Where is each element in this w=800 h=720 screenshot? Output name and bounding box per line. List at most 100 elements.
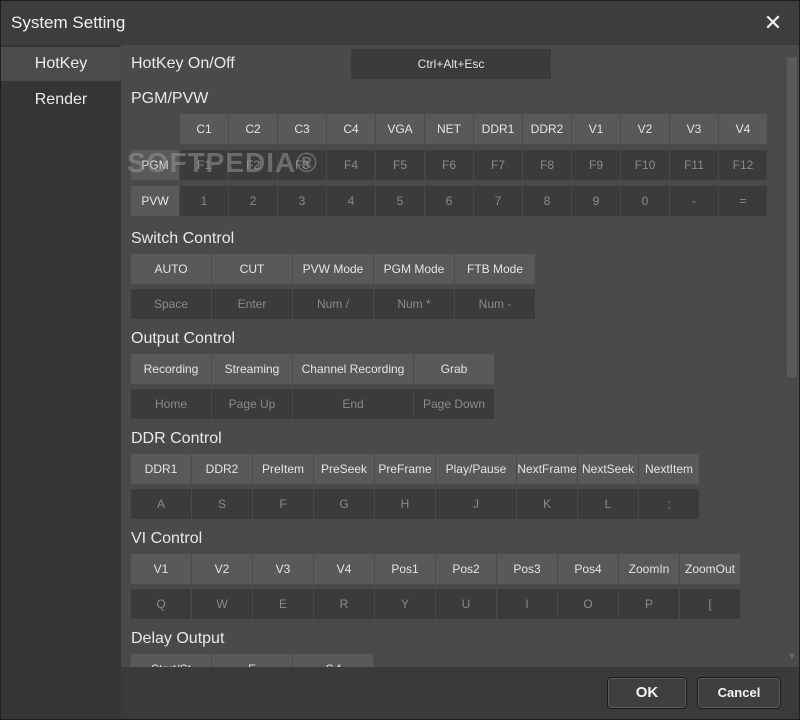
hotkey-field[interactable]: F10 bbox=[621, 150, 669, 180]
hotkey-field[interactable]: H bbox=[375, 489, 435, 519]
vi-control-action-7: Pos4 bbox=[558, 554, 618, 584]
hotkey-field[interactable]: F11 bbox=[670, 150, 718, 180]
switch-control-action-1: CUT bbox=[212, 254, 292, 284]
pgm-pvw-row-label-0: PGM bbox=[131, 150, 179, 180]
sidebar-item-render[interactable]: Render bbox=[1, 83, 121, 117]
delay-output-action-1: E bbox=[212, 654, 292, 667]
hotkey-field[interactable]: F1 bbox=[180, 150, 228, 180]
hotkey-field[interactable]: I bbox=[497, 589, 557, 619]
hotkey-field[interactable]: [ bbox=[680, 589, 740, 619]
hotkey-field[interactable]: F5 bbox=[376, 150, 424, 180]
system-setting-window: System Setting ✕ HotKey Render HotKey On… bbox=[0, 0, 800, 720]
hotkey-field[interactable]: S bbox=[192, 489, 252, 519]
output-control-action-0: Recording bbox=[131, 354, 211, 384]
pgm-pvw-header-10: V3 bbox=[670, 114, 718, 144]
hotkey-field[interactable]: A bbox=[131, 489, 191, 519]
ddr-control-action-2: PreItem bbox=[253, 454, 313, 484]
hotkey-field[interactable]: F bbox=[253, 489, 313, 519]
pgm-pvw-header-4: VGA bbox=[376, 114, 424, 144]
close-icon[interactable]: ✕ bbox=[761, 11, 785, 35]
hotkey-field[interactable]: Enter bbox=[212, 289, 292, 319]
pgm-pvw-header-7: DDR2 bbox=[523, 114, 571, 144]
ok-button[interactable]: OK bbox=[607, 677, 687, 709]
vi-control-action-2: V3 bbox=[253, 554, 313, 584]
scroll-down-arrow-icon[interactable]: ▼ bbox=[787, 651, 797, 661]
vi-control-action-0: V1 bbox=[131, 554, 191, 584]
output-control-action-3: Grab bbox=[414, 354, 494, 384]
ddr-control-action-0: DDR1 bbox=[131, 454, 191, 484]
hotkey-field[interactable]: Space bbox=[131, 289, 211, 319]
output-control-action-2: Channel Recording bbox=[293, 354, 413, 384]
hotkey-onoff-field[interactable]: Ctrl+Alt+Esc bbox=[351, 49, 551, 79]
hotkey-field[interactable]: R bbox=[314, 589, 374, 619]
window-title: System Setting bbox=[11, 13, 126, 32]
hotkey-field[interactable]: 7 bbox=[474, 186, 522, 216]
hotkey-settings-panel: HotKey On/Off Ctrl+Alt+Esc PGM/PVW C1 C2 C… bbox=[121, 45, 799, 667]
pgm-pvw-header-11: V4 bbox=[719, 114, 767, 144]
hotkey-field[interactable]: F9 bbox=[572, 150, 620, 180]
hotkey-field[interactable]: Num / bbox=[293, 289, 373, 319]
hotkey-field[interactable]: ; bbox=[639, 489, 699, 519]
pgm-pvw-row-label-1: PVW bbox=[131, 186, 179, 216]
hotkey-field[interactable]: - bbox=[670, 186, 718, 216]
hotkey-field[interactable]: 4 bbox=[327, 186, 375, 216]
title-bar: System Setting ✕ bbox=[1, 1, 799, 45]
switch-control-title: Switch Control bbox=[131, 230, 235, 247]
hotkey-field[interactable]: 5 bbox=[376, 186, 424, 216]
hotkey-field[interactable]: E bbox=[253, 589, 313, 619]
hotkey-field[interactable]: O bbox=[558, 589, 618, 619]
hotkey-field[interactable]: Page Down bbox=[414, 389, 494, 419]
hotkey-field[interactable]: 6 bbox=[425, 186, 473, 216]
hotkey-field[interactable]: L bbox=[578, 489, 638, 519]
pgm-pvw-header-2: C3 bbox=[278, 114, 326, 144]
hotkey-field[interactable]: K bbox=[517, 489, 577, 519]
vi-control-action-5: Pos2 bbox=[436, 554, 496, 584]
vi-control-action-8: ZoomIn bbox=[619, 554, 679, 584]
sidebar-item-hotkey[interactable]: HotKey bbox=[1, 47, 121, 81]
vi-control-action-6: Pos3 bbox=[497, 554, 557, 584]
hotkey-field[interactable]: 1 bbox=[180, 186, 228, 216]
hotkey-field[interactable]: Num * bbox=[374, 289, 454, 319]
hotkey-field[interactable]: Q bbox=[131, 589, 191, 619]
pgm-pvw-title: PGM/PVW bbox=[131, 90, 209, 107]
hotkey-field[interactable]: Page Up bbox=[212, 389, 292, 419]
hotkey-field[interactable]: F3 bbox=[278, 150, 326, 180]
pgm-pvw-header-8: V1 bbox=[572, 114, 620, 144]
cancel-button[interactable]: Cancel bbox=[697, 677, 781, 709]
hotkey-field[interactable]: F6 bbox=[425, 150, 473, 180]
hotkey-field[interactable]: J bbox=[436, 489, 516, 519]
vi-control-action-1: V2 bbox=[192, 554, 252, 584]
hotkey-field[interactable]: U bbox=[436, 589, 496, 619]
output-control-action-1: Streaming bbox=[212, 354, 292, 384]
hotkey-field[interactable]: 3 bbox=[278, 186, 326, 216]
delay-output-title: Delay Output bbox=[131, 630, 225, 647]
hotkey-field[interactable]: G bbox=[314, 489, 374, 519]
vertical-scrollbar[interactable]: ▼ bbox=[785, 49, 799, 667]
hotkey-field[interactable]: P bbox=[619, 589, 679, 619]
hotkey-field[interactable]: Num - bbox=[455, 289, 535, 319]
hotkey-field[interactable]: F7 bbox=[474, 150, 522, 180]
hotkey-field[interactable]: = bbox=[719, 186, 767, 216]
hotkey-field[interactable]: 8 bbox=[523, 186, 571, 216]
hotkey-field[interactable]: F4 bbox=[327, 150, 375, 180]
ddr-control-action-5: Play/Pause bbox=[436, 454, 516, 484]
pgm-pvw-header-0: C1 bbox=[180, 114, 228, 144]
ddr-control-action-4: PreFrame bbox=[375, 454, 435, 484]
pgm-pvw-header-5: NET bbox=[425, 114, 473, 144]
hotkey-field[interactable]: Home bbox=[131, 389, 211, 419]
hotkey-field[interactable]: W bbox=[192, 589, 252, 619]
hotkey-field[interactable]: F8 bbox=[523, 150, 571, 180]
hotkey-field[interactable]: End bbox=[293, 389, 413, 419]
ddr-control-action-1: DDR2 bbox=[192, 454, 252, 484]
hotkey-field[interactable]: F12 bbox=[719, 150, 767, 180]
hotkey-field[interactable]: 2 bbox=[229, 186, 277, 216]
sidebar: HotKey Render bbox=[1, 45, 121, 719]
hotkey-field[interactable]: 0 bbox=[621, 186, 669, 216]
delay-output-action-2: S f bbox=[293, 654, 373, 667]
hotkey-field[interactable]: 9 bbox=[572, 186, 620, 216]
hotkey-field[interactable]: Y bbox=[375, 589, 435, 619]
scrollbar-thumb[interactable] bbox=[787, 57, 797, 377]
pgm-pvw-header-1: C2 bbox=[229, 114, 277, 144]
switch-control-action-3: PGM Mode bbox=[374, 254, 454, 284]
hotkey-field[interactable]: F2 bbox=[229, 150, 277, 180]
